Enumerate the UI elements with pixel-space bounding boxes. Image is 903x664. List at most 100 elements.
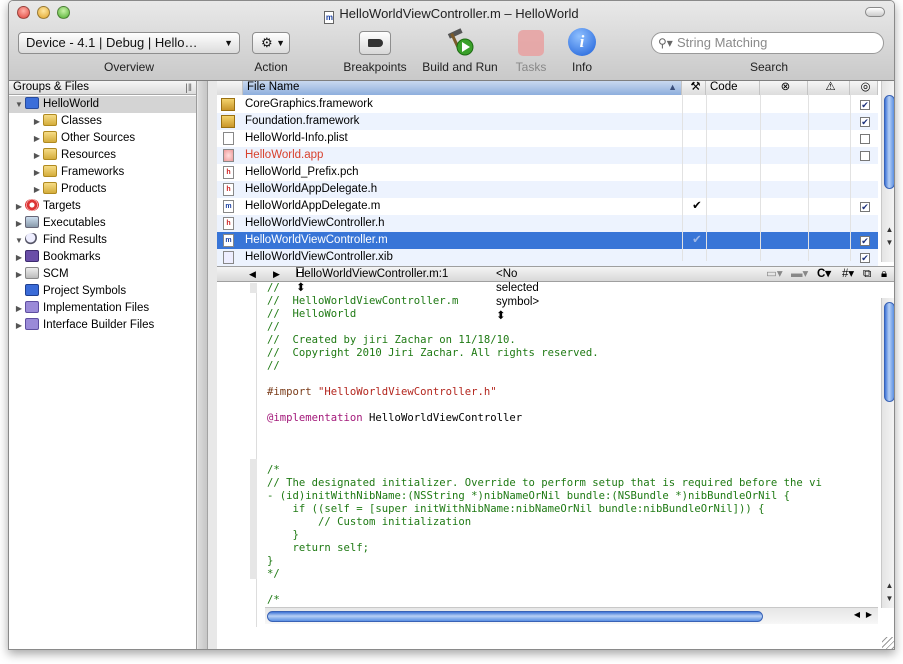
overview-popup[interactable]: Device - 4.1 | Debug | Hello… ▼	[18, 32, 240, 54]
file-row[interactable]: h HelloWorldAppDelegate.h	[217, 181, 878, 198]
code-column-label: Code	[710, 81, 738, 93]
disclosure-closed-icon[interactable]: ▶	[31, 113, 43, 130]
fold-marker[interactable]	[250, 283, 257, 293]
scroll-up-arrow-icon[interactable]: ▲	[882, 579, 894, 592]
group-item[interactable]: ▶ Other Sources	[9, 130, 196, 147]
group-item[interactable]: ▶ SCM	[9, 266, 196, 283]
group-item[interactable]: ▶ Frameworks	[9, 164, 196, 181]
file-row[interactable]: Foundation.framework ✔	[217, 113, 878, 130]
disclosure-closed-icon[interactable]: ▶	[13, 317, 25, 334]
file-icon-column-header[interactable]	[217, 81, 243, 95]
scm-icon	[25, 267, 39, 279]
file-row[interactable]: HelloWorld-Info.plist	[217, 130, 878, 147]
build-column-header[interactable]: ⚒	[682, 81, 706, 95]
scroll-up-arrow-icon[interactable]: ▲	[882, 223, 894, 236]
group-item[interactable]: ▶ Executables	[9, 215, 196, 232]
target-membership-checkbox[interactable]: ✔	[860, 202, 870, 212]
group-item[interactable]: ▼ HelloWorld	[9, 96, 196, 113]
file-row[interactable]: CoreGraphics.framework ✔	[217, 96, 878, 113]
breakpoints-menu-icon[interactable]: ▬▾	[791, 267, 808, 281]
build-run-hammer-icon[interactable]	[444, 27, 476, 57]
forward-arrow-icon[interactable]: ▶	[273, 267, 280, 281]
file-row[interactable]: h HelloWorld_Prefix.pch	[217, 164, 878, 181]
disclosure-closed-icon[interactable]: ▶	[13, 266, 25, 283]
xcode-window: m HelloWorldViewController.m – HelloWorld…	[8, 0, 895, 650]
file-row[interactable]: h HelloWorldViewController.h	[217, 215, 878, 232]
tasks-stop-icon[interactable]	[518, 30, 544, 56]
disclosure-closed-icon[interactable]: ▶	[13, 215, 25, 232]
target-membership-checkbox[interactable]: ✔	[860, 100, 870, 110]
disclosure-closed-icon[interactable]: ▶	[31, 130, 43, 147]
disclosure-open-icon[interactable]: ▼	[13, 232, 25, 249]
editor-horizontal-scrollbar[interactable]: ◀ ▶	[265, 607, 878, 624]
disclosure-closed-icon[interactable]: ▶	[13, 249, 25, 266]
target-membership-checkbox[interactable]: ✔	[860, 253, 870, 263]
group-item[interactable]: ▶ Implementation Files	[9, 300, 196, 317]
file-row[interactable]: HelloWorldViewController.xib ✔	[217, 249, 878, 266]
bookmarks-menu-icon[interactable]: ▭▾	[766, 267, 783, 281]
target-column-header[interactable]: ◎	[850, 81, 878, 95]
breakpoints-button[interactable]	[359, 31, 391, 55]
disclosure-closed-icon[interactable]: ▶	[13, 198, 25, 215]
code-editor[interactable]: //// HelloWorldViewController.m// HelloW…	[267, 282, 878, 624]
group-item[interactable]: Project Symbols	[9, 283, 196, 300]
group-item[interactable]: ▶ Resources	[9, 147, 196, 164]
group-item[interactable]: ▼ Find Results	[9, 232, 196, 249]
target-membership-checkbox[interactable]: ✔	[860, 117, 870, 127]
group-item[interactable]: ▶ Targets	[9, 198, 196, 215]
file-row[interactable]: m HelloWorldAppDelegate.m ✔ ✔	[217, 198, 878, 215]
errors-column-header[interactable]: ⊗	[760, 81, 808, 95]
pane-splitter[interactable]	[198, 81, 208, 649]
file-list-scroll-thumb[interactable]	[884, 95, 894, 189]
disclosure-closed-icon[interactable]: ▶	[13, 300, 25, 317]
group-item[interactable]: ▶ Classes	[9, 113, 196, 130]
group-item[interactable]: ▶ Bookmarks	[9, 249, 196, 266]
scroll-left-arrow-icon[interactable]: ◀	[854, 610, 860, 619]
editor-scrollbar[interactable]: ▲ ▼	[881, 298, 894, 608]
column-divider	[682, 95, 683, 261]
lock-icon[interactable]: 🔒︎	[881, 267, 887, 281]
target-membership-checkbox[interactable]	[860, 151, 870, 161]
disclosure-closed-icon[interactable]: ▶	[31, 164, 43, 181]
back-arrow-icon[interactable]: ◀	[249, 267, 256, 281]
class-name: HelloWorldViewController	[362, 412, 523, 424]
class-menu-icon[interactable]: C▾	[817, 267, 831, 281]
warnings-column-header[interactable]: ⚠	[808, 81, 850, 95]
editor-gutter[interactable]	[217, 283, 257, 627]
disclosure-closed-icon[interactable]: ▶	[31, 147, 43, 164]
action-popup[interactable]: ⚙ ▼	[252, 32, 290, 54]
h-file-icon: h	[223, 166, 234, 179]
include-menu-icon[interactable]: #▾	[842, 267, 854, 281]
editor-hscroll-thumb[interactable]	[267, 611, 763, 622]
group-item-label: Implementation Files	[43, 302, 150, 314]
toolbar-toggle-button[interactable]	[865, 7, 885, 17]
fold-marker[interactable]	[250, 459, 257, 579]
counterparts-icon[interactable]: ⧉	[863, 267, 871, 281]
info-icon[interactable]: i	[568, 28, 596, 56]
file-row[interactable]: m HelloWorldViewController.m ✔ ✔	[217, 232, 878, 249]
editor-scroll-thumb[interactable]	[884, 302, 894, 402]
split-view-icon[interactable]: |‖	[185, 82, 192, 95]
resize-grip-icon[interactable]	[882, 637, 894, 649]
disclosure-open-icon[interactable]: ▼	[13, 96, 25, 113]
disclosure-closed-icon[interactable]: ▶	[31, 181, 43, 198]
search-field[interactable]: ⚲▾ String Matching	[651, 32, 884, 54]
scroll-right-arrow-icon[interactable]: ▶	[866, 610, 872, 619]
group-item[interactable]: ▶ Interface Builder Files	[9, 317, 196, 334]
scroll-down-arrow-icon[interactable]: ▼	[882, 236, 894, 249]
search-label: Search	[749, 60, 789, 74]
code-column-header[interactable]: Code	[706, 81, 760, 95]
file-row[interactable]: HelloWorld.app	[217, 147, 878, 164]
group-item[interactable]: ▶ Products	[9, 181, 196, 198]
code-line: // HelloWorld	[267, 308, 357, 320]
file-name-column-header[interactable]: File Name ▲	[243, 81, 682, 95]
target-membership-checkbox[interactable]: ✔	[860, 236, 870, 246]
code-line: //	[267, 321, 280, 333]
tasks-label: Tasks	[515, 60, 547, 74]
file-list-scrollbar[interactable]: ▲ ▼	[881, 81, 894, 262]
target-membership-checkbox[interactable]	[860, 134, 870, 144]
m-file-icon: m	[223, 234, 234, 247]
scroll-down-arrow-icon[interactable]: ▼	[882, 592, 894, 605]
